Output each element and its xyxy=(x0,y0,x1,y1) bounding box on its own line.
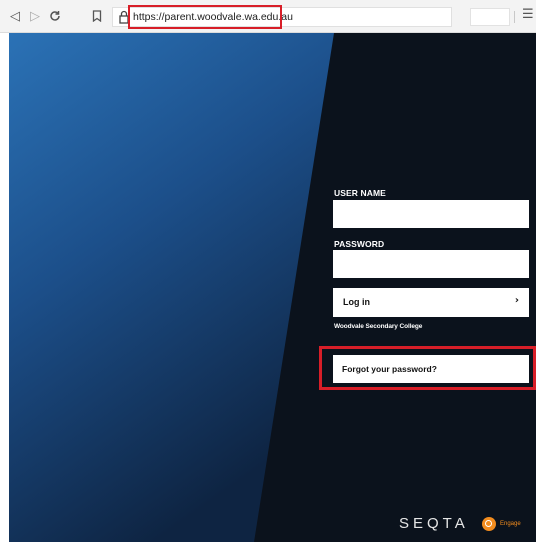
bookmark-icon[interactable] xyxy=(88,7,106,25)
password-label: PASSWORD xyxy=(334,239,385,249)
back-icon[interactable]: ◁ xyxy=(6,7,24,25)
login-button[interactable]: Log in › xyxy=(333,288,529,317)
password-field[interactable] xyxy=(333,250,529,278)
school-name: Woodvale Secondary College xyxy=(334,323,423,330)
login-button-label: Log in xyxy=(343,297,370,307)
forgot-password-highlight-box xyxy=(319,346,536,390)
toolbar-divider xyxy=(514,11,515,23)
forward-icon[interactable]: ▷ xyxy=(26,7,44,25)
engage-label: Engage xyxy=(500,521,521,527)
menu-icon[interactable]: ☰ xyxy=(522,7,534,22)
browser-toolbar: ◁ ▷ https://parent.woodvale.wa.edu.au ☰ xyxy=(0,0,536,33)
reload-icon[interactable] xyxy=(46,7,64,25)
engage-icon xyxy=(482,517,496,531)
username-label: USER NAME xyxy=(334,188,386,198)
username-field[interactable] xyxy=(333,200,529,228)
extension-area[interactable] xyxy=(470,8,510,26)
url-highlight-box xyxy=(128,5,282,29)
login-page: USER NAME PASSWORD Log in › Woodvale Sec… xyxy=(9,33,536,542)
chevron-right-icon: › xyxy=(514,295,519,306)
seqta-logo: SEQTA xyxy=(399,515,469,532)
